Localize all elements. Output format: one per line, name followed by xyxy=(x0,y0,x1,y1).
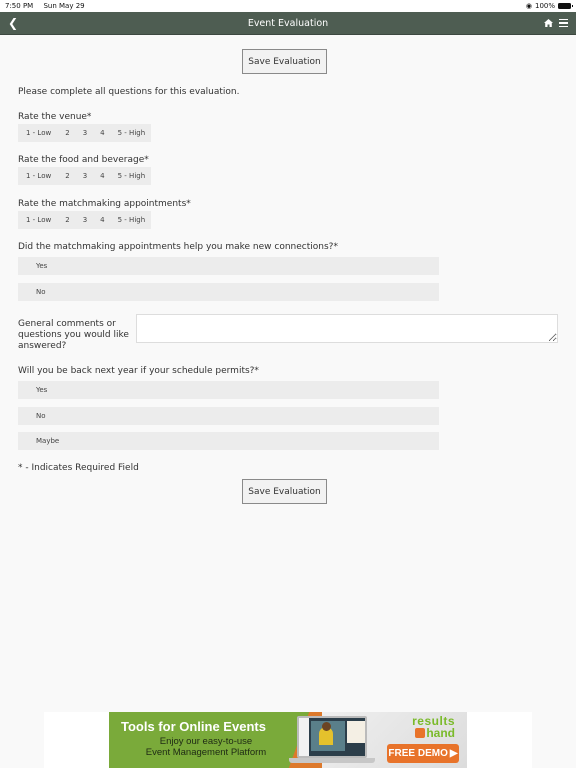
rating-option[interactable]: 1 - Low xyxy=(26,172,51,180)
laptop-base xyxy=(289,758,375,763)
rating-food: 1 - Low 2 3 4 5 - High xyxy=(18,167,151,185)
rating-venue: 1 - Low 2 3 4 5 - High xyxy=(18,124,151,142)
rating-option[interactable]: 5 - High xyxy=(118,172,146,180)
free-demo-label: FREE DEMO xyxy=(388,748,448,759)
save-evaluation-button-top[interactable]: Save Evaluation xyxy=(242,49,327,74)
wifi-icon: ◉ xyxy=(525,2,532,10)
question-venue-label: Rate the venue* xyxy=(18,112,92,122)
back-option-maybe[interactable]: Maybe xyxy=(18,432,439,450)
status-date: Sun May 29 xyxy=(43,2,85,10)
back-option-yes[interactable]: Yes xyxy=(18,381,439,399)
battery-icon xyxy=(558,3,573,9)
hamburger-line xyxy=(559,18,568,21)
hamburger-line xyxy=(559,25,568,28)
rating-option[interactable]: 2 xyxy=(65,129,69,137)
comments-input[interactable] xyxy=(136,314,558,343)
back-button[interactable]: ❮ xyxy=(6,15,20,31)
rating-option[interactable]: 3 xyxy=(83,216,87,224)
required-field-note: * - Indicates Required Field xyxy=(18,463,139,473)
rating-option[interactable]: 3 xyxy=(83,129,87,137)
rating-option[interactable]: 5 - High xyxy=(118,216,146,224)
laptop-image xyxy=(289,716,375,766)
connections-option-yes[interactable]: Yes xyxy=(18,257,439,275)
status-bar: 7:50 PM Sun May 29 ◉ 100% xyxy=(0,0,576,12)
rating-option[interactable]: 1 - Low xyxy=(26,129,51,137)
ad-subtitle-line2: Event Management Platform xyxy=(145,747,267,758)
status-right: ◉ 100% xyxy=(525,2,573,10)
rating-option[interactable]: 5 - High xyxy=(118,129,146,137)
question-connections-label: Did the matchmaking appointments help yo… xyxy=(18,242,338,252)
status-time: 7:50 PM xyxy=(5,2,34,10)
laptop-head xyxy=(322,722,331,731)
rating-option[interactable]: 2 xyxy=(65,172,69,180)
home-button[interactable] xyxy=(542,16,554,30)
hamburger-line xyxy=(559,22,568,24)
rating-option[interactable]: 4 xyxy=(100,129,104,137)
intro-text: Please complete all questions for this e… xyxy=(18,87,240,97)
back-option-no[interactable]: No xyxy=(18,407,439,425)
save-evaluation-button-bottom[interactable]: Save Evaluation xyxy=(242,479,327,504)
rating-option[interactable]: 2 xyxy=(65,216,69,224)
logo-hand: hand xyxy=(415,726,455,740)
ad-subtitle: Enjoy our easy-to-use Event Management P… xyxy=(121,736,291,758)
home-icon xyxy=(543,19,553,27)
rating-option[interactable]: 1 - Low xyxy=(26,216,51,224)
page-title: Event Evaluation xyxy=(247,17,329,29)
ad-banner[interactable]: Tools for Online Events Enjoy our easy-t… xyxy=(109,712,467,768)
rating-matchmaking: 1 - Low 2 3 4 5 - High xyxy=(18,211,151,229)
logo-hand-text: hand xyxy=(426,726,455,740)
menu-button[interactable] xyxy=(559,16,571,30)
connections-option-no[interactable]: No xyxy=(18,283,439,301)
laptop-screen xyxy=(297,716,367,758)
question-back-next-year-label: Will you be back next year if your sched… xyxy=(18,366,259,376)
play-triangle-icon: ▶ xyxy=(449,748,458,759)
status-left: 7:50 PM Sun May 29 xyxy=(5,2,93,10)
rating-option[interactable]: 4 xyxy=(100,216,104,224)
ad-subtitle-line1: Enjoy our easy-to-use xyxy=(159,736,253,747)
battery-percent: 100% xyxy=(534,2,555,10)
chevron-left-icon: ❮ xyxy=(7,16,19,30)
nav-bar: ❮ Event Evaluation xyxy=(0,12,576,35)
laptop-panel xyxy=(347,721,365,743)
question-food-label: Rate the food and beverage* xyxy=(18,155,149,165)
question-matchmaking-label: Rate the matchmaking appointments* xyxy=(18,199,191,209)
rating-option[interactable]: 4 xyxy=(100,172,104,180)
free-demo-button[interactable]: FREE DEMO ▶ xyxy=(387,744,459,763)
question-comments-label: General comments or questions you would … xyxy=(18,319,129,351)
laptop-sidebar xyxy=(299,718,309,756)
logo-at-icon xyxy=(415,728,426,738)
rating-option[interactable]: 3 xyxy=(83,172,87,180)
ad-title: Tools for Online Events xyxy=(121,719,266,734)
